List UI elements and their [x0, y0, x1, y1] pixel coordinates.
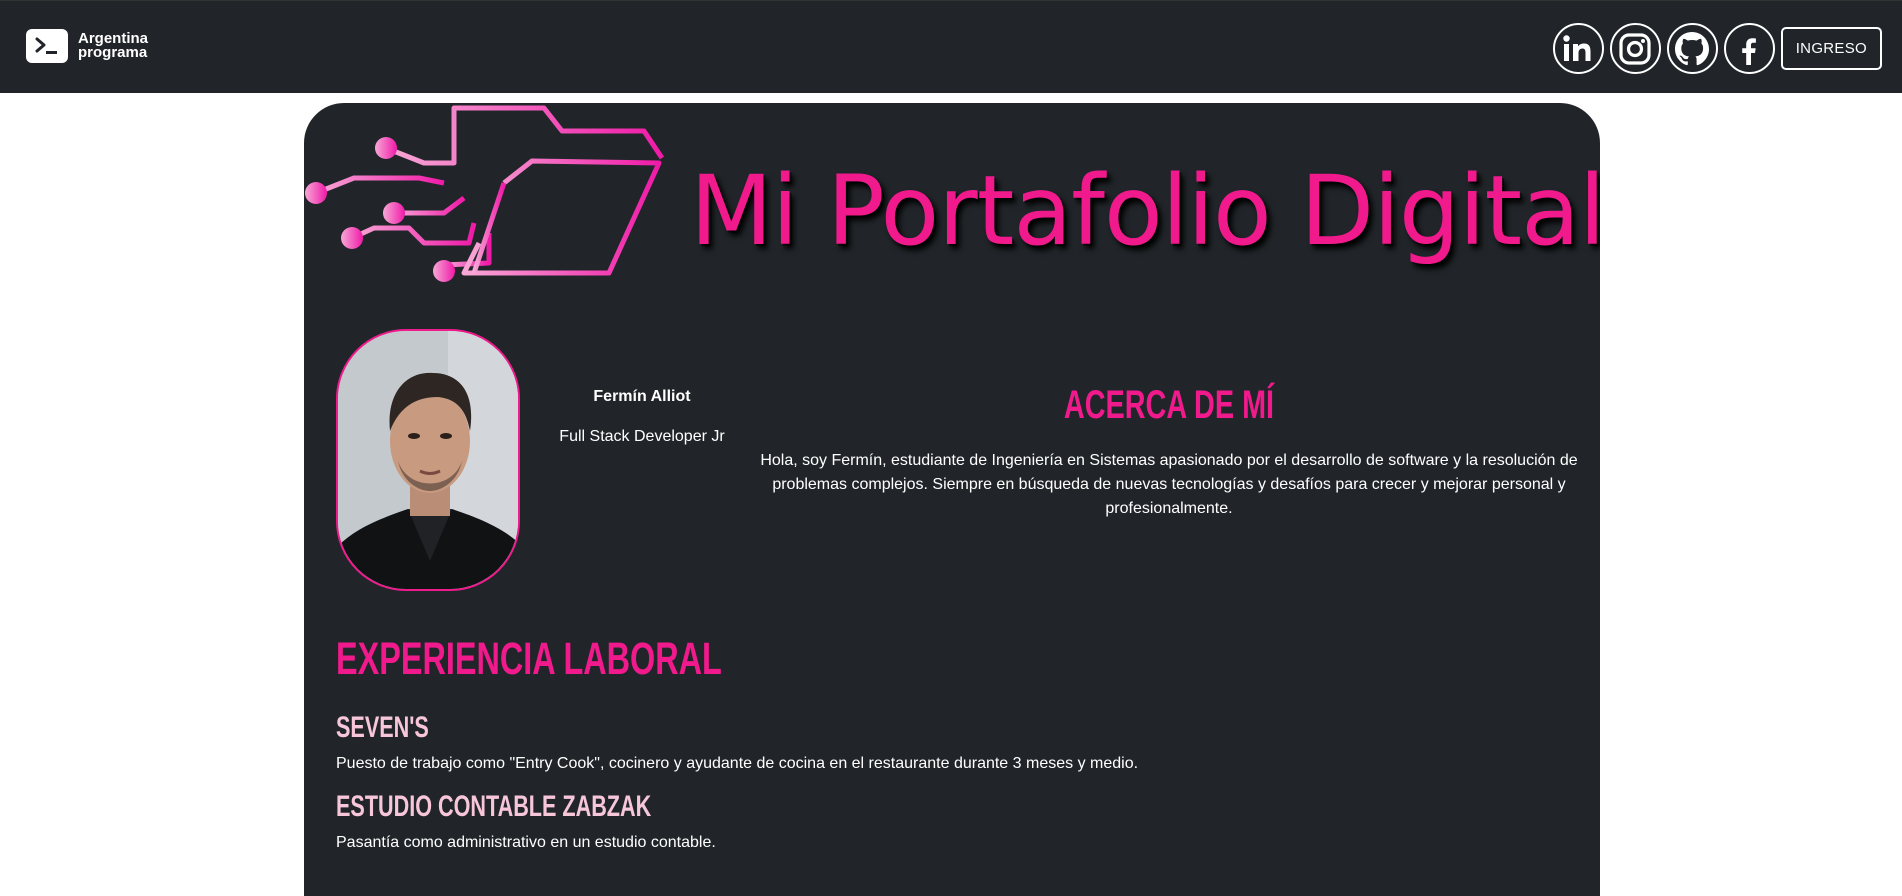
- profile-role: Full Stack Developer Jr: [559, 428, 725, 445]
- terminal-icon: [26, 29, 68, 63]
- brand-name: Argentina programa: [78, 31, 148, 61]
- facebook-icon[interactable]: [1723, 23, 1775, 74]
- about-text: Hola, soy Fermín, estudiante de Ingenier…: [760, 452, 1578, 517]
- brand-line-2: programa: [78, 44, 148, 61]
- banner: Mi Portafolio Digital: [304, 103, 1600, 293]
- instagram-icon[interactable]: [1609, 23, 1661, 74]
- experience-title: EXPERIENCIA LABORAL: [336, 633, 722, 684]
- login-button[interactable]: INGRESO: [1780, 27, 1882, 70]
- github-icon[interactable]: [1666, 23, 1718, 74]
- job-title: ESTUDIO CONTABLE ZABZAK: [336, 790, 652, 823]
- portfolio-card: Mi Portafolio Digital Fermín Alliot Full…: [304, 103, 1600, 896]
- brand-logo[interactable]: Argentina programa: [26, 29, 148, 63]
- nav-actions: INGRESO: [1552, 23, 1882, 74]
- profile-photo: [336, 329, 520, 591]
- profile-name: Fermín Alliot: [593, 388, 691, 405]
- job-title: SEVEN'S: [336, 711, 429, 744]
- job-description: Pasantía como administrativo en un estud…: [336, 834, 716, 851]
- banner-title: Mi Portafolio Digital: [690, 155, 1600, 267]
- circuit-folder-icon: [305, 105, 665, 282]
- job-description: Puesto de trabajo como "Entry Cook", coc…: [336, 755, 1139, 772]
- navbar: Argentina programa INGRESO: [0, 0, 1902, 93]
- linkedin-icon[interactable]: [1552, 23, 1604, 74]
- about-title: ACERCA DE MÍ: [1063, 383, 1275, 427]
